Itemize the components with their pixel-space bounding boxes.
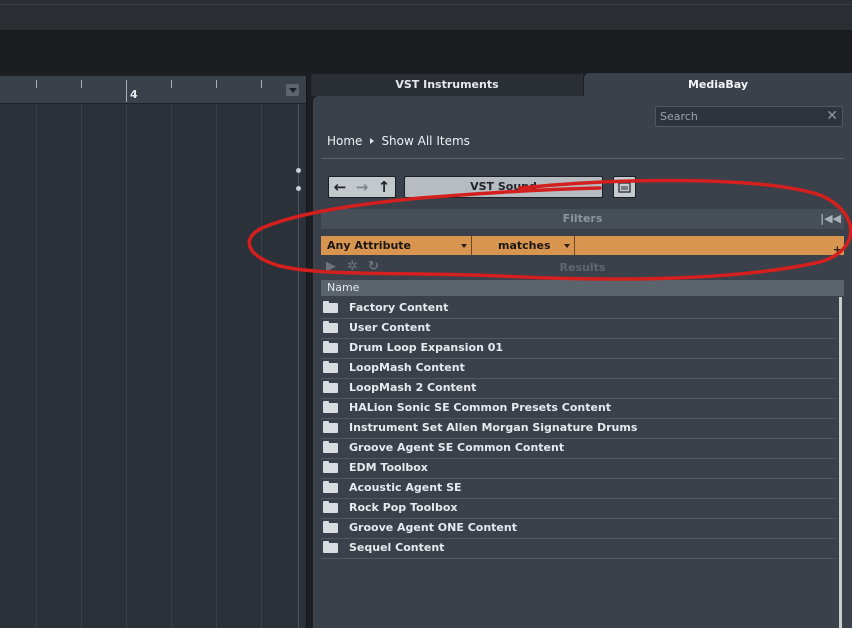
refresh-icon[interactable]: ↻ [368,260,379,274]
grid-line [261,104,262,628]
ruler-menu-button[interactable] [286,84,299,96]
grid-line [216,104,217,628]
folder-icon [323,501,338,513]
list-item-label: Acoustic Agent SE [349,481,462,494]
list-item-label: HALion Sonic SE Common Presets Content [349,401,612,414]
list-item-label: LoopMash Content [349,361,465,374]
column-header-label: Name [327,281,360,294]
list-item[interactable]: Rock Pop Toolbox [321,499,836,519]
grid-line [81,104,82,628]
list-item[interactable]: User Content [321,319,836,339]
folder-icon [323,381,338,393]
chevron-down-icon [461,244,467,248]
folder-icon [323,361,338,373]
attribute-select-value: Any Attribute [327,239,411,252]
list-item[interactable]: LoopMash Content [321,359,836,379]
list-item-label: EDM Toolbox [349,461,428,474]
list-item-label: Instrument Set Allen Morgan Signature Dr… [349,421,638,434]
list-item-label: LoopMash 2 Content [349,381,477,394]
attribute-select[interactable]: Any Attribute [321,236,472,255]
tab-mediabay[interactable]: MediaBay [584,73,852,98]
folder-icon [323,461,338,473]
gear-icon[interactable]: ✲ [347,260,358,274]
list-item[interactable]: Factory Content [321,299,836,319]
folder-icon [323,541,338,553]
arrow-right-icon[interactable]: → [351,177,373,197]
ruler-tick [216,80,217,88]
list-item[interactable]: Groove Agent SE Common Content [321,439,836,459]
play-icon[interactable]: ▶ [326,260,336,274]
ruler-tick [171,80,172,88]
folder-icon [323,401,338,413]
filter-row: Any Attribute matches + [321,236,844,255]
list-item[interactable]: Drum Loop Expansion 01 [321,339,836,359]
list-item-label: Drum Loop Expansion 01 [349,341,504,354]
folder-browse-icon [618,181,631,193]
list-item[interactable]: EDM Toolbox [321,459,836,479]
navigation-buttons: ← → ↑ [328,176,396,198]
list-item[interactable]: Sequel Content [321,539,836,559]
results-list: Factory Content User Content Drum Loop Exp… [321,299,836,559]
list-item-label: Rock Pop Toolbox [349,501,458,514]
list-item-label: Groove Agent ONE Content [349,521,517,534]
search-input[interactable] [660,109,820,123]
search-box[interactable]: ✕ [655,106,843,127]
arrow-up-icon[interactable]: ↑ [373,177,395,197]
list-item[interactable]: LoopMash 2 Content [321,379,836,399]
folder-icon [323,481,338,493]
folder-icon [323,321,338,333]
list-item[interactable]: Instrument Set Allen Morgan Signature Dr… [321,419,836,439]
results-scrollbar[interactable] [839,297,842,628]
folder-icon [323,421,338,433]
filter-value-field[interactable] [575,236,844,255]
breadcrumb: Home Show All Items [327,134,470,150]
results-header: ▶ ✲ ↻ Results [321,258,844,277]
ruler-tick [261,80,262,88]
ruler-bar-number: 4 [130,88,138,101]
ruler-tick [36,80,37,88]
close-icon[interactable]: ✕ [826,107,838,125]
list-item-label: Groove Agent SE Common Content [349,441,565,454]
zoom-handle[interactable] [296,186,301,191]
list-item[interactable]: Acoustic Agent SE [321,479,836,499]
grid-line [126,104,127,628]
operator-select[interactable]: matches [472,236,575,255]
list-item[interactable]: Groove Agent ONE Content [321,519,836,539]
mediabay-panel: ✕ Home Show All Items ← → ↑ VST Sound Fil… [313,96,852,628]
arrow-left-icon[interactable]: ← [329,177,351,197]
folder-icon [323,521,338,533]
timeline-ruler[interactable]: 4 [0,76,306,104]
operator-select-value: matches [498,239,551,252]
list-item-label: User Content [349,321,431,334]
grid-line [36,104,37,628]
toolbar-divider [0,4,852,5]
breadcrumb-divider [321,158,844,159]
column-header-name[interactable]: Name [321,280,844,296]
results-title: Results [559,261,606,274]
folder-icon [323,341,338,353]
info-line [0,31,852,73]
ruler-tick [81,80,82,88]
plus-icon[interactable]: + [833,244,842,255]
filters-header[interactable]: Filters |◀◀ [321,209,844,229]
zoom-handle[interactable] [296,168,301,173]
tab-vst-instruments[interactable]: VST Instruments [311,74,583,96]
project-window[interactable]: 4 [0,76,307,628]
grid-line [171,104,172,628]
filters-title: Filters [562,212,603,225]
chevron-right-icon [370,138,375,144]
vertical-zoom-track[interactable] [298,104,299,628]
list-item-label: Factory Content [349,301,449,314]
folder-browse-button[interactable] [613,176,636,198]
location-button[interactable]: VST Sound [404,176,603,198]
chevron-down-icon [564,244,570,248]
breadcrumb-home[interactable]: Home [327,134,362,148]
list-item-label: Sequel Content [349,541,445,554]
folder-icon [323,441,338,453]
ruler-bar-tick [126,80,127,102]
folder-icon [323,301,338,313]
breadcrumb-current[interactable]: Show All Items [381,134,469,148]
collapse-left-icon[interactable]: |◀◀ [820,209,841,229]
list-item[interactable]: HALion Sonic SE Common Presets Content [321,399,836,419]
